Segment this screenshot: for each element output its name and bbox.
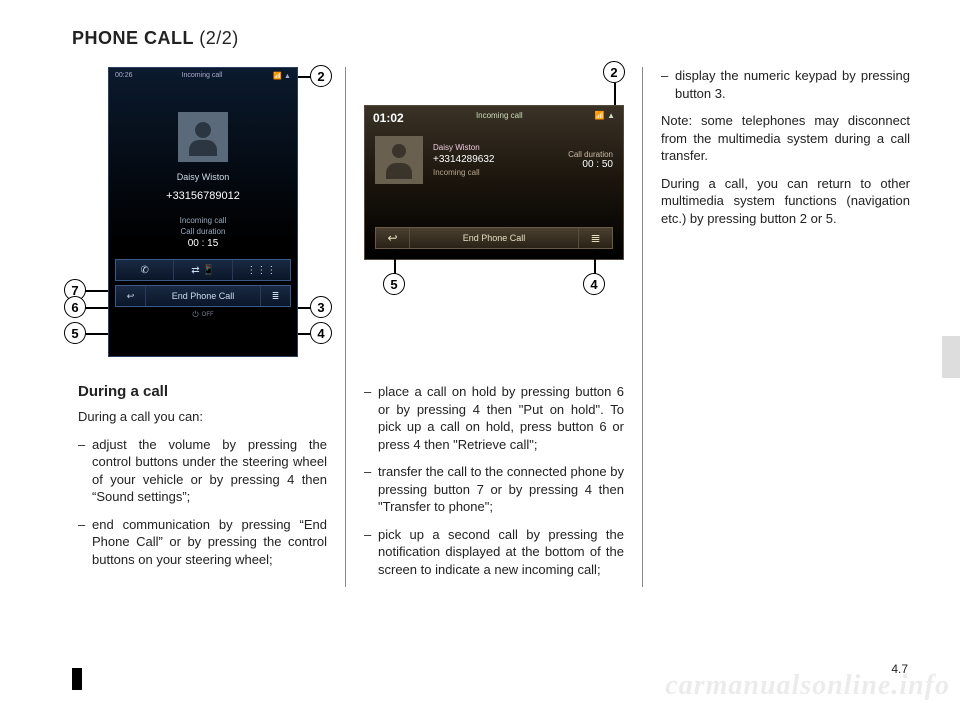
end-call-label: End Phone Call	[463, 233, 526, 243]
fig1-status: Incoming call	[109, 216, 297, 225]
watermark: carmanualsonline.info	[665, 670, 950, 702]
callout-2: 2	[310, 65, 332, 87]
figure-1: 00:26 Incoming call 📶▲ Daisy Wiston +331…	[98, 67, 318, 367]
hangup-button[interactable]: ✆	[116, 260, 174, 280]
end-call-button[interactable]: End Phone Call	[146, 286, 260, 306]
col1-bullet-2: end communication by pressing “End Phone…	[78, 516, 327, 569]
col2-bullet-2: transfer the call to the connected phone…	[364, 463, 624, 516]
signal-icon: 📶	[595, 111, 605, 120]
up-icon: ▲	[607, 111, 615, 120]
back-icon: ↩	[387, 231, 397, 245]
phone-icon: ✆	[140, 265, 148, 276]
figure-2: 01:02 Incoming call 📶 ▲ Daisy Wiston +33…	[364, 105, 624, 305]
col3-note: Note: some telephones may disconnect fro…	[661, 112, 910, 165]
fig1-phone-number: +33156789012	[109, 190, 297, 202]
avatar-icon	[375, 136, 423, 184]
screen-portrait: 00:26 Incoming call 📶▲ Daisy Wiston +331…	[108, 67, 298, 357]
callout-5: 5	[64, 322, 86, 344]
back-button[interactable]: ↩	[116, 286, 146, 306]
fig1-contact-name: Daisy Wiston	[109, 172, 297, 182]
title-main: PHONE CALL	[72, 28, 194, 48]
fig2-status: Incoming call	[433, 167, 558, 178]
fig2-header: Incoming call	[476, 111, 523, 125]
fig1-clock: 00:26	[115, 72, 133, 80]
fig1-duration-label: Call duration	[109, 227, 297, 236]
context-menu-button[interactable]: ≣	[578, 228, 612, 248]
keypad-button[interactable]: ⋮⋮⋮	[233, 260, 290, 280]
back-icon: ↩	[127, 291, 135, 302]
status-icons: 📶▲	[271, 72, 291, 80]
callout-4b: 4	[583, 273, 605, 295]
during-call-heading: During a call	[78, 383, 327, 400]
column-separator	[345, 67, 346, 587]
keypad-icon: ⋮⋮⋮	[246, 265, 276, 276]
col2-bullet-1: place a call on hold by pressing button …	[364, 383, 624, 453]
column-2: 01:02 Incoming call 📶 ▲ Daisy Wiston +33…	[358, 67, 630, 710]
fig2-clock: 01:02	[373, 111, 404, 125]
callout-3: 3	[310, 296, 332, 318]
callout-4: 4	[310, 322, 332, 344]
status-icons: 📶 ▲	[595, 111, 615, 125]
edge-tab	[942, 336, 960, 378]
menu-icon: ≣	[590, 231, 600, 245]
signal-icon: 📶	[273, 73, 282, 80]
end-call-button[interactable]: End Phone Call	[410, 228, 578, 248]
off-label: OFF	[109, 310, 297, 320]
callout-6: 6	[64, 296, 86, 318]
column-3: display the numeric keypad by pressing b…	[655, 67, 916, 710]
screen-landscape: 01:02 Incoming call 📶 ▲ Daisy Wiston +33…	[364, 105, 624, 260]
column-1: 00:26 Incoming call 📶▲ Daisy Wiston +331…	[72, 67, 333, 710]
fig2-duration-value: 00 : 50	[568, 159, 613, 170]
fig1-header: Incoming call	[182, 72, 223, 80]
col3-paragraph: During a call, you can return to other m…	[661, 175, 910, 228]
menu-icon: ≣	[272, 291, 280, 302]
title-part: (2/2)	[199, 28, 239, 48]
context-menu-button[interactable]: ≣	[260, 286, 290, 306]
transfer-icon: ⇄ 📱	[191, 265, 215, 276]
fig2-contact-name: Daisy Wiston	[433, 142, 558, 153]
crop-mark	[72, 668, 82, 690]
col3-bullet-1: display the numeric keypad by pressing b…	[661, 67, 910, 102]
fig1-button-row-1: ✆ ⇄ 📱 ⋮⋮⋮	[115, 259, 291, 281]
fig2-phone-number: +3314289632	[433, 153, 558, 167]
callout-5b: 5	[383, 273, 405, 295]
avatar-icon	[178, 112, 228, 162]
column-separator	[642, 67, 643, 587]
during-call-intro: During a call you can:	[78, 408, 327, 426]
transfer-button[interactable]: ⇄ 📱	[174, 260, 232, 280]
col2-bullet-3: pick up a second call by pressing the no…	[364, 526, 624, 579]
up-icon: ▲	[284, 73, 291, 80]
col1-bullet-1: adjust the volume by pressing the contro…	[78, 436, 327, 506]
back-button[interactable]: ↩	[376, 228, 410, 248]
fig2-button-bar: ↩ End Phone Call ≣	[375, 227, 613, 249]
callout-2b: 2	[603, 61, 625, 83]
fig2-duration-label: Call duration	[568, 150, 613, 159]
fig1-button-row-2: ↩ End Phone Call ≣	[115, 285, 291, 307]
page-title: PHONE CALL (2/2)	[72, 28, 916, 49]
fig1-duration-value: 00 : 15	[109, 238, 297, 249]
end-call-label: End Phone Call	[172, 291, 235, 301]
